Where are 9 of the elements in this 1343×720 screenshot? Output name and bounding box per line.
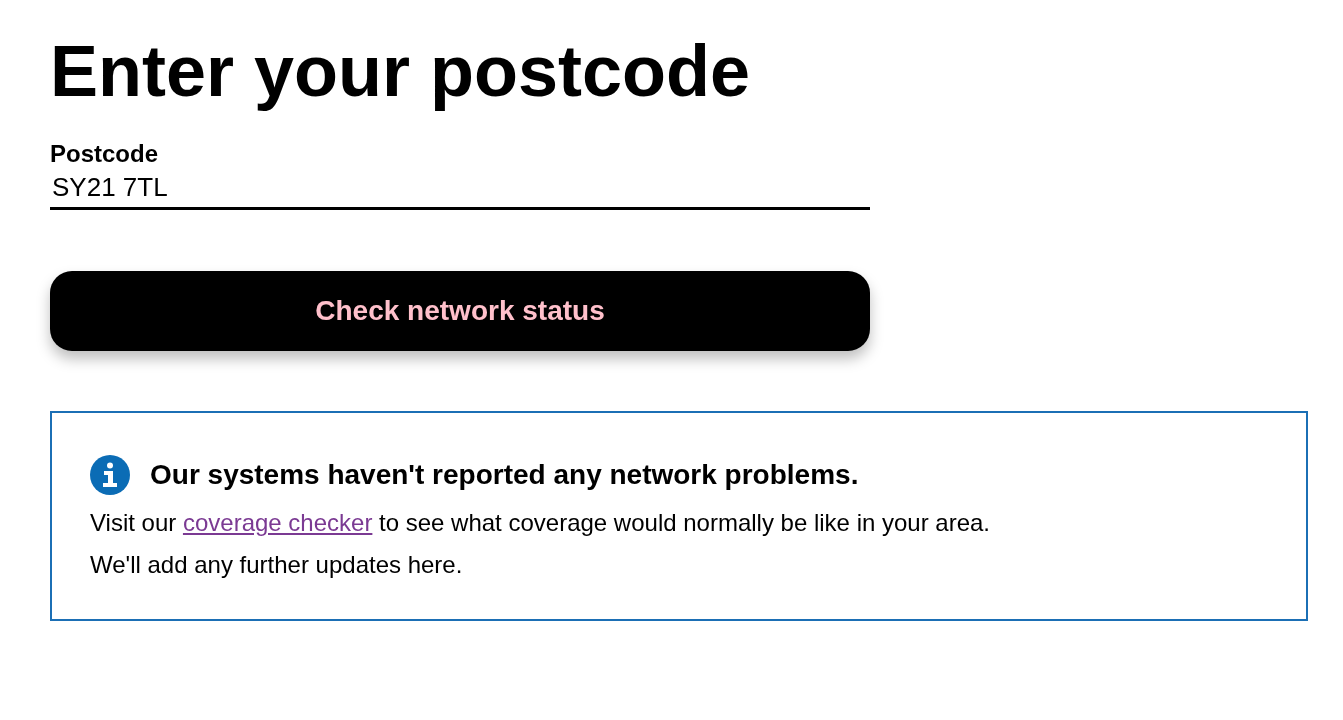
postcode-field[interactable]: SY21 7TL xyxy=(50,170,870,211)
check-status-button[interactable]: Check network status xyxy=(50,271,870,352)
coverage-checker-link[interactable]: coverage checker xyxy=(182,509,373,537)
page-heading: Enter your postcode xyxy=(50,30,751,113)
notice-message: Visit our coverage checker to see what coverage would normally be like in your area. xyxy=(90,509,991,538)
info-icon xyxy=(90,455,130,496)
field-label: Postcode xyxy=(50,140,159,169)
notice-note: We'll add any further updates here. xyxy=(90,551,463,580)
notice-title: Our systems haven't reported any network problems. xyxy=(150,459,859,492)
